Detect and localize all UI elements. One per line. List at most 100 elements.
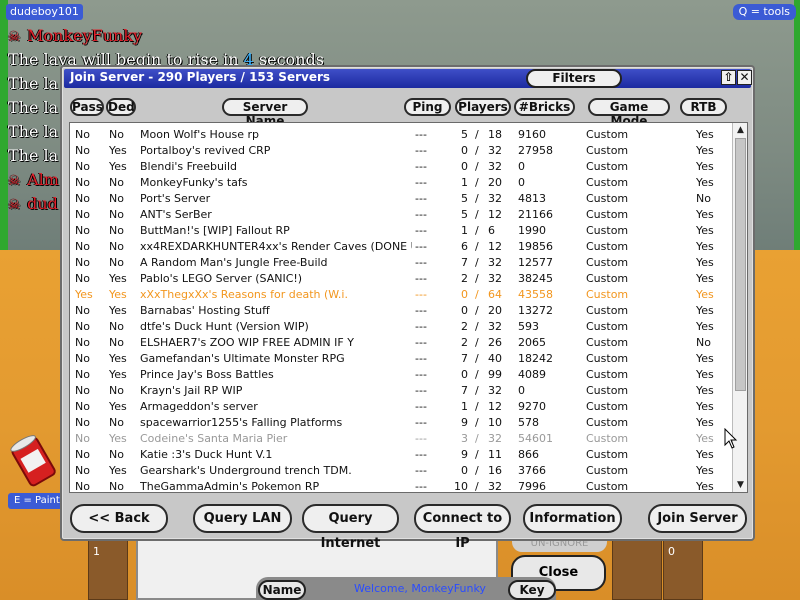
ded-cell: Yes (109, 352, 127, 365)
sort-bricks-button[interactable]: #Bricks (514, 98, 575, 116)
scroll-down-icon[interactable]: ▼ (735, 479, 746, 491)
ping-cell: --- (415, 144, 427, 157)
scroll-thumb[interactable] (735, 138, 746, 391)
server-row[interactable]: No Yes Barnabas' Hosting Stuff --- 0 / 20 13272… (70, 303, 733, 319)
ded-cell: Yes (109, 144, 127, 157)
dialog-title-bar[interactable]: Join Server - 290 Players / 153 Servers … (64, 69, 752, 88)
join-server-dialog: Join Server - 290 Players / 153 Servers … (60, 65, 755, 551)
back-button[interactable]: << Back (70, 504, 168, 533)
max-players-cell: 12 (488, 400, 502, 413)
server-row[interactable]: No Yes Codeine's Santa Maria Pier --- 3 / 32 54… (70, 431, 733, 447)
server-row[interactable]: No No spacewarrior1255's Falling Platforms… (70, 415, 733, 431)
max-players-cell: 11 (488, 448, 502, 461)
server-name-cell: ANT's SerBer (140, 208, 212, 221)
close-icon[interactable]: ✕ (737, 70, 752, 85)
pass-cell: No (75, 320, 90, 333)
ping-cell: --- (415, 224, 427, 237)
pass-cell: No (75, 240, 90, 253)
ded-cell: Yes (109, 160, 127, 173)
query-lan-button[interactable]: Query LAN (193, 504, 292, 533)
sort-players-button[interactable]: Players (455, 98, 511, 116)
server-row[interactable]: No Yes Gamefandan's Ultimate Monster RPG --… (70, 351, 733, 367)
server-row[interactable]: No Yes Pablo's LEGO Server (SANIC!) --- 2 / 32… (70, 271, 733, 287)
server-row[interactable]: No No MonkeyFunky's tafs --- 1 / 20 0 Custom Yes (70, 175, 733, 191)
rtb-cell: Yes (696, 144, 714, 157)
rtb-cell: Yes (696, 480, 714, 493)
game-mode-cell: Custom (586, 192, 629, 205)
server-row[interactable]: No No ELSHAER7's ZOO WIP FREE ADMIN IF Y --… (70, 335, 733, 351)
pass-cell: No (75, 144, 90, 157)
up-arrow-icon[interactable]: ⇧ (721, 70, 736, 85)
sort-ping-button[interactable]: Ping (404, 98, 451, 116)
server-row[interactable]: No No Katie :3's Duck Hunt V.1 --- 9 / 11 866 Cu… (70, 447, 733, 463)
name-column-button[interactable]: Name (258, 580, 306, 600)
server-name-cell: Prince Jay's Boss Battles (140, 368, 274, 381)
filters-button[interactable]: Filters (526, 69, 622, 88)
server-row[interactable]: No Yes Armageddon's server --- 1 / 12 9270 Custo… (70, 399, 733, 415)
pass-cell: No (75, 352, 90, 365)
server-row[interactable]: No No ButtMan!'s [WIP] Fallout RP --- 1 / 6 199… (70, 223, 733, 239)
players-separator: / (475, 384, 479, 397)
information-button[interactable]: Information (523, 504, 622, 533)
ded-cell: No (109, 240, 124, 253)
server-row[interactable]: No Yes Blendi's Freebuild --- 0 / 32 0 Custom Yes (70, 159, 733, 175)
server-row[interactable]: No Yes Prince Jay's Boss Battles --- 0 / 99 408… (70, 367, 733, 383)
pass-cell: No (75, 160, 90, 173)
sort-server-name-button[interactable]: Server Name (222, 98, 308, 128)
max-players-cell: 32 (488, 160, 502, 173)
player-count-cell: 10 (454, 480, 468, 493)
server-list[interactable]: No No Moon Wolf's House rp --- 5/18 9160 Custo… (69, 122, 748, 493)
server-name-cell: ButtMan!'s [WIP] Fallout RP (140, 224, 290, 237)
server-name-cell: xXxThegxXx's Reasons for death (W.i. (140, 288, 348, 301)
player-count-cell: 7 (461, 352, 468, 365)
server-row[interactable]: No No Moon Wolf's House rp --- 5 / 18 9160 Custo… (70, 127, 733, 143)
server-row[interactable]: No No TheGammaAdmin's Pokemon RP --- 10 / 32 79… (70, 479, 733, 493)
sort-rtb-button[interactable]: RTB (680, 98, 727, 116)
player-count-cell: 3 (461, 432, 468, 445)
server-row[interactable]: No No Krayn's Jail RP WIP --- 7 / 32 0 Custom Yes (70, 383, 733, 399)
mouse-cursor-icon (724, 428, 738, 449)
chat-text: Alm (27, 170, 59, 189)
sort-ded-button[interactable]: Ded (106, 98, 136, 116)
ded-cell: Yes (109, 464, 127, 477)
server-row[interactable]: Yes Yes xXxThegxXx's Reasons for death (W.… (70, 287, 733, 303)
bricks-cell: 18242 (518, 352, 553, 365)
ded-cell: Yes (109, 368, 127, 381)
game-mode-cell: Custom (586, 368, 629, 381)
max-players-cell: 12 (488, 240, 502, 253)
server-row[interactable]: No Yes Portalboy's revived CRP --- 0 / 32 27958… (70, 143, 733, 159)
game-mode-cell: Custom (586, 128, 629, 141)
rtb-cell: Yes (696, 304, 714, 317)
scroll-up-icon[interactable]: ▲ (735, 124, 746, 136)
game-mode-cell: Custom (586, 224, 629, 237)
server-row[interactable]: No No xx4REXDARKHUNTER4xx's Render Caves (… (70, 239, 733, 255)
ping-cell: --- (415, 240, 427, 253)
query-internet-button[interactable]: Query Internet (302, 504, 399, 551)
rtb-cell: Yes (696, 400, 714, 413)
pass-cell: No (75, 368, 90, 381)
player-count-cell: 6 (461, 240, 468, 253)
rtb-cell: Yes (696, 384, 714, 397)
game-mode-cell: Custom (586, 240, 629, 253)
players-separator: / (475, 128, 479, 141)
brick-block-right: 0 (663, 540, 703, 600)
bricks-cell: 0 (518, 176, 525, 189)
bricks-cell: 21166 (518, 208, 553, 221)
ping-cell: --- (415, 400, 427, 413)
sort-pass-button[interactable]: Pass (70, 98, 104, 116)
player-count-cell: 0 (461, 144, 468, 157)
server-row[interactable]: No No A Random Man's Jungle Free-Build --- 7… (70, 255, 733, 271)
server-row[interactable]: No No ANT's SerBer --- 5 / 12 21166 Custom Yes (70, 207, 733, 223)
game-mode-cell: Custom (586, 144, 629, 157)
server-row[interactable]: No No Port's Server --- 5 / 32 4813 Custom No (70, 191, 733, 207)
player-count-cell: 0 (461, 304, 468, 317)
ping-cell: --- (415, 416, 427, 429)
join-server-button[interactable]: Join Server (648, 504, 747, 533)
rtb-cell: Yes (696, 288, 714, 301)
key-column-button[interactable]: Key (508, 580, 556, 600)
server-row[interactable]: No No dtfe's Duck Hunt (Version WIP) --- 2 / 3… (70, 319, 733, 335)
bricks-cell: 2065 (518, 336, 546, 349)
connect-to-ip-button[interactable]: Connect to IP (414, 504, 511, 551)
sort-game-mode-button[interactable]: Game Mode (588, 98, 670, 128)
server-row[interactable]: No Yes Gearshark's Underground trench TDM.… (70, 463, 733, 479)
